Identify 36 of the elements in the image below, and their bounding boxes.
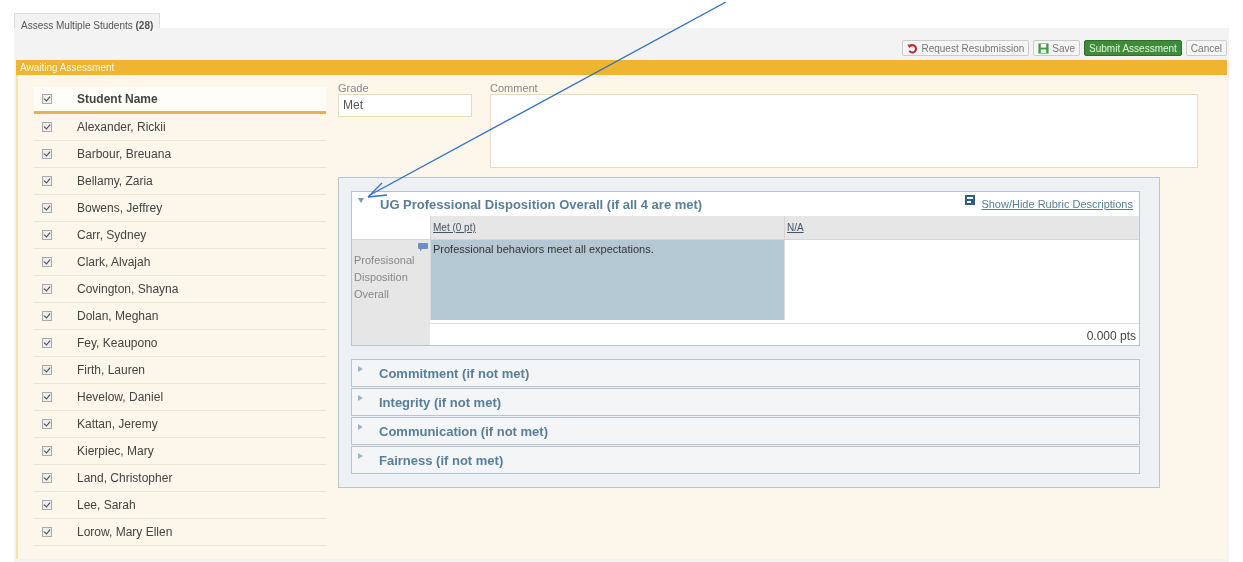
criterion-title[interactable]: Commitment (if not met): [379, 365, 530, 381]
criterion-title[interactable]: Communication (if not met): [379, 423, 548, 439]
student-name[interactable]: Lee, Sarah: [77, 498, 136, 512]
submit-assessment-button[interactable]: Submit Assessment: [1084, 40, 1182, 56]
criterion-title[interactable]: Fairness (if not met): [379, 452, 504, 468]
criterion-row-label: Profesisonal Disposition Overall: [354, 253, 416, 302]
level-column-link[interactable]: Met (0 pt): [433, 222, 476, 233]
student-name[interactable]: Land, Christopher: [77, 471, 173, 485]
criterion-title[interactable]: Integrity (if not met): [379, 394, 502, 410]
student-name[interactable]: Firth, Lauren: [77, 363, 146, 377]
student-name[interactable]: Bellamy, Zaria: [77, 174, 153, 188]
student-name[interactable]: Lorow, Mary Ellen: [77, 525, 173, 539]
student-name[interactable]: Dolan, Meghan: [77, 309, 159, 323]
grade-field[interactable]: Met: [338, 94, 472, 117]
points-total: 0.000 pts: [430, 323, 1139, 345]
request-resubmission-button[interactable]: Request Resubmission: [902, 40, 1030, 56]
student-name[interactable]: Hevelow, Daniel: [77, 390, 164, 404]
column-header: Student Name: [77, 92, 158, 106]
student-name[interactable]: Clark, Alvajah: [77, 255, 151, 269]
cancel-button[interactable]: Cancel: [1185, 40, 1227, 56]
student-name[interactable]: Carr, Sydney: [77, 228, 147, 242]
student-name[interactable]: Alexander, Rickii: [77, 120, 166, 134]
student-name[interactable]: Kierpiec, Mary: [77, 444, 154, 458]
student-name[interactable]: Barbour, Breuana: [77, 147, 172, 161]
save-button[interactable]: Save: [1033, 40, 1081, 56]
level-column-link[interactable]: N/A: [787, 222, 804, 233]
student-name[interactable]: Bowens, Jeffrey: [77, 201, 163, 215]
student-name[interactable]: Fey, Keaupono: [77, 336, 158, 350]
rubric-level-cell[interactable]: Professional behaviors meet all expectations.: [430, 240, 784, 320]
comment-label: Comment: [490, 82, 539, 94]
student-name[interactable]: Kattan, Jeremy: [77, 417, 158, 431]
show-hide-descriptions-link[interactable]: Show/Hide Rubric Descriptions: [981, 198, 1133, 210]
student-name[interactable]: Covington, Shayna: [77, 282, 179, 296]
grade-label: Grade: [338, 82, 370, 94]
panel-title: Awaiting Assessment: [20, 62, 115, 73]
criterion-title[interactable]: UG Professional Disposition Overall (if all 4 are met): [380, 196, 703, 212]
